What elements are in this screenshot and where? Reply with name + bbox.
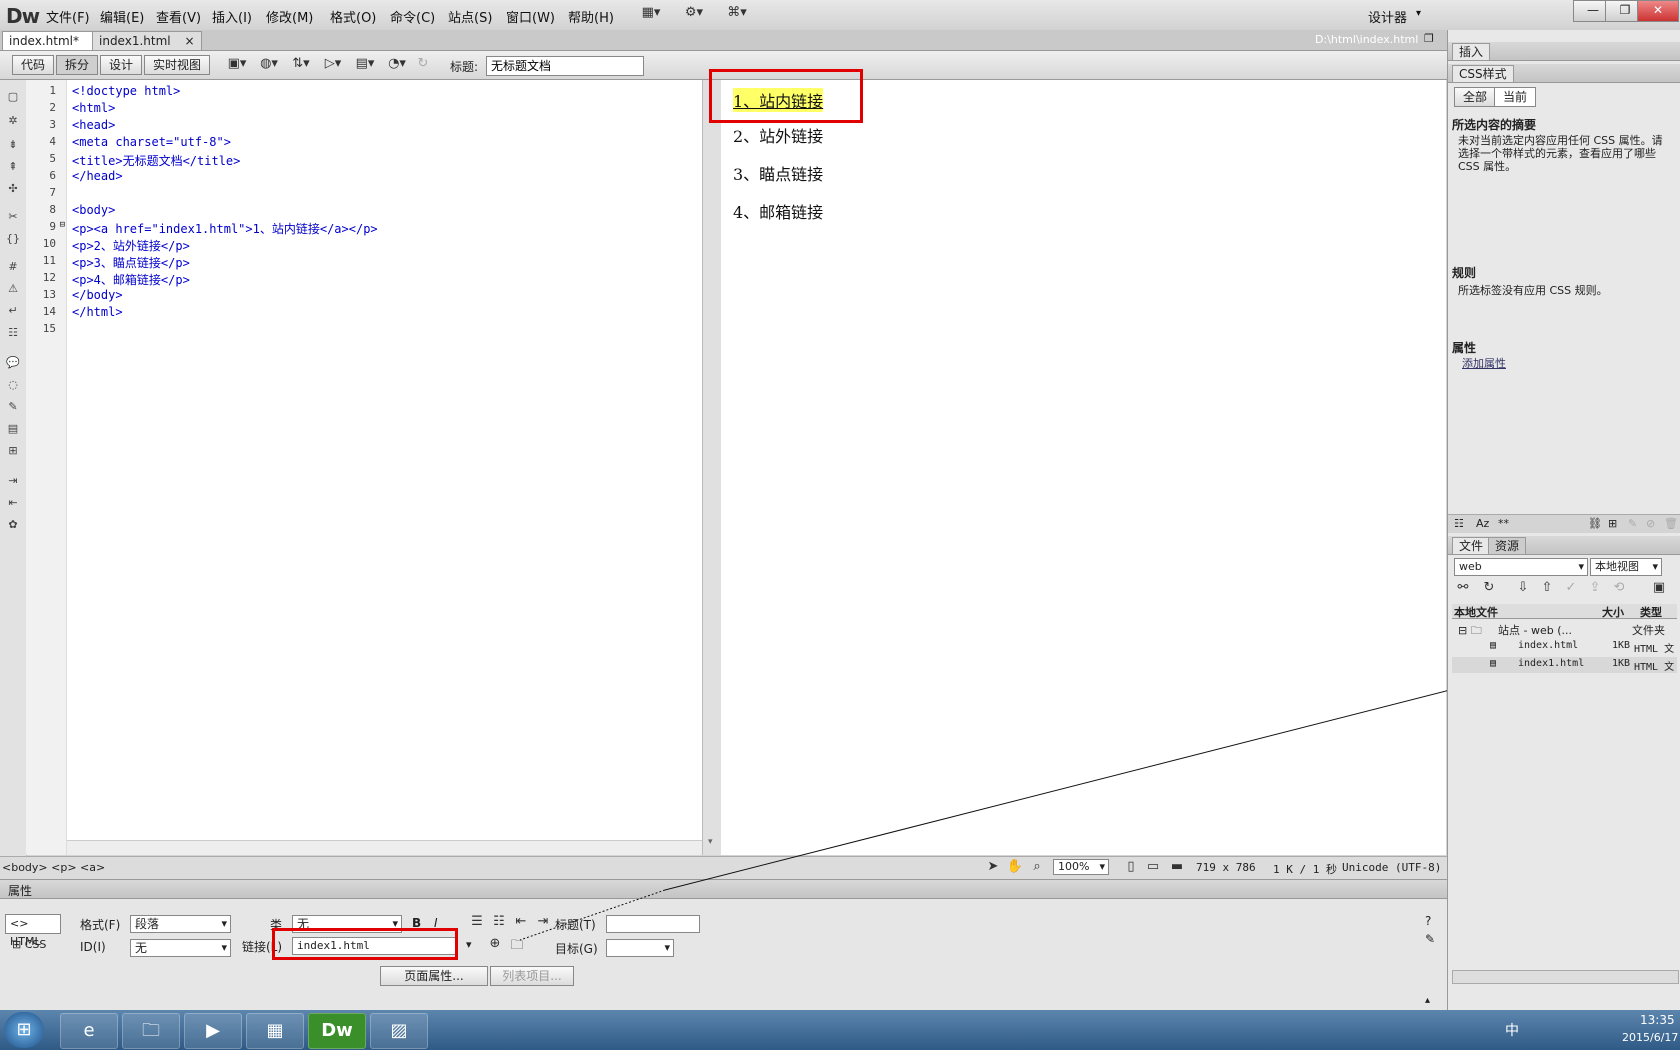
tree-size: 1KB xyxy=(1612,640,1631,651)
refresh-files-icon[interactable]: ↻ xyxy=(1478,580,1500,598)
clock-date[interactable]: 2015/6/17 xyxy=(1622,1031,1678,1044)
tree-type: HTML 文 xyxy=(1634,662,1675,673)
category-view-icon[interactable]: ☷ xyxy=(1454,517,1464,530)
tree-row-file[interactable]: ▤ index.html 1KB HTML 文 xyxy=(1452,639,1677,655)
files-horizontal-scrollbar[interactable] xyxy=(1452,970,1679,984)
tree-row-site[interactable]: ⊟ 🗀 站点 - web (... 文件夹 xyxy=(1452,621,1677,637)
tree-name: index1.html xyxy=(1518,658,1585,669)
insert-panel-header: 插入 xyxy=(1448,42,1680,61)
add-property-link[interactable]: 添加属性 xyxy=(1462,355,1506,371)
tree-name: index.html xyxy=(1518,640,1579,651)
point-to-file-line xyxy=(519,661,1561,941)
get-files-icon[interactable]: ⇩ xyxy=(1512,580,1534,598)
tree-size: 1KB xyxy=(1612,658,1631,669)
photo-taskbar-icon[interactable]: ▨ xyxy=(370,1013,428,1049)
css-current-button[interactable]: 当前 xyxy=(1494,87,1537,107)
list-view-icon[interactable]: Az xyxy=(1476,517,1489,530)
css-panel-toolbar: ☷ Az ** ⛓ ⊞ ✎ ⊘ 🗑 xyxy=(1448,514,1680,533)
explorer-taskbar-icon[interactable]: 🗀 xyxy=(122,1013,180,1049)
col-size[interactable]: 大小 xyxy=(1602,604,1624,620)
tree-row-file-selected[interactable]: ▤ index1.html 1KB HTML 文 xyxy=(1452,657,1677,673)
tree-name: 站点 - web (... xyxy=(1498,624,1572,637)
site-select[interactable]: web xyxy=(1454,558,1588,576)
ie-taskbar-icon[interactable]: e xyxy=(60,1013,118,1049)
media-taskbar-icon[interactable]: ▶ xyxy=(184,1013,242,1049)
props-title: 属性 xyxy=(1452,341,1477,355)
connect-icon[interactable]: ⚯ xyxy=(1452,580,1474,598)
files-panel-header: 文件 资源 xyxy=(1448,536,1680,555)
windows-taskbar: ⊞ e 🗀 ▶ ▦ Dw ▨ 中 13:35 2015/6/17 xyxy=(0,1010,1680,1050)
css-all-button[interactable]: 全部 xyxy=(1454,87,1497,107)
tree-type: HTML 文 xyxy=(1634,644,1675,655)
disable-icon[interactable]: ⊘ xyxy=(1646,517,1655,530)
new-rule-icon[interactable]: ⊞ xyxy=(1608,517,1617,530)
delete-icon[interactable]: 🗑 xyxy=(1664,517,1678,530)
html-file-icon: ▤ xyxy=(1490,640,1497,651)
view-select[interactable]: 本地视图 xyxy=(1590,558,1662,576)
checkin-icon[interactable]: ⇪ xyxy=(1584,580,1606,598)
rules-title: 规则 xyxy=(1452,266,1477,280)
checkout-icon[interactable]: ✓ xyxy=(1560,580,1582,598)
tab-files[interactable]: 文件 xyxy=(1452,537,1491,554)
tree-type: 文件夹 xyxy=(1632,624,1665,637)
files-columns: 本地文件 大小 类型 xyxy=(1452,604,1677,619)
clock-time[interactable]: 13:35 xyxy=(1640,1013,1675,1027)
set-props-icon[interactable]: ** xyxy=(1498,517,1509,530)
right-panel-group: 插入 CSS样式 全部 当前 所选内容的摘要 未对当前选定内容应用任何 CSS … xyxy=(1447,30,1680,1010)
dreamweaver-taskbar-icon[interactable]: Dw xyxy=(308,1013,366,1049)
tab-assets[interactable]: 资源 xyxy=(1488,537,1527,554)
rules-text: 所选标签没有应用 CSS 规则。 xyxy=(1458,284,1608,297)
edit-rule-icon[interactable]: ✎ xyxy=(1628,517,1637,530)
start-button[interactable]: ⊞ xyxy=(4,1012,44,1048)
summary-title: 所选内容的摘要 xyxy=(1452,118,1537,132)
expand-files-icon[interactable]: ▣ xyxy=(1648,580,1670,598)
col-type[interactable]: 类型 xyxy=(1640,604,1662,620)
summary-text: 未对当前选定内容应用任何 CSS 属性。请选择一个带样式的元素，查看应用了哪些 … xyxy=(1458,134,1663,173)
attach-stylesheet-icon[interactable]: ⛓ xyxy=(1588,517,1602,530)
video-taskbar-icon[interactable]: ▦ xyxy=(246,1013,304,1049)
tab-insert[interactable]: 插入 xyxy=(1452,43,1491,60)
col-local-files[interactable]: 本地文件 xyxy=(1454,604,1498,620)
html-file-icon: ▤ xyxy=(1490,658,1497,669)
sync-icon[interactable]: ⟲ xyxy=(1608,580,1630,598)
put-files-icon[interactable]: ⇧ xyxy=(1536,580,1558,598)
tab-css-styles[interactable]: CSS样式 xyxy=(1452,65,1514,82)
ime-indicator[interactable]: 中 xyxy=(1505,1020,1519,1040)
css-panel-header: CSS样式 xyxy=(1448,64,1680,83)
